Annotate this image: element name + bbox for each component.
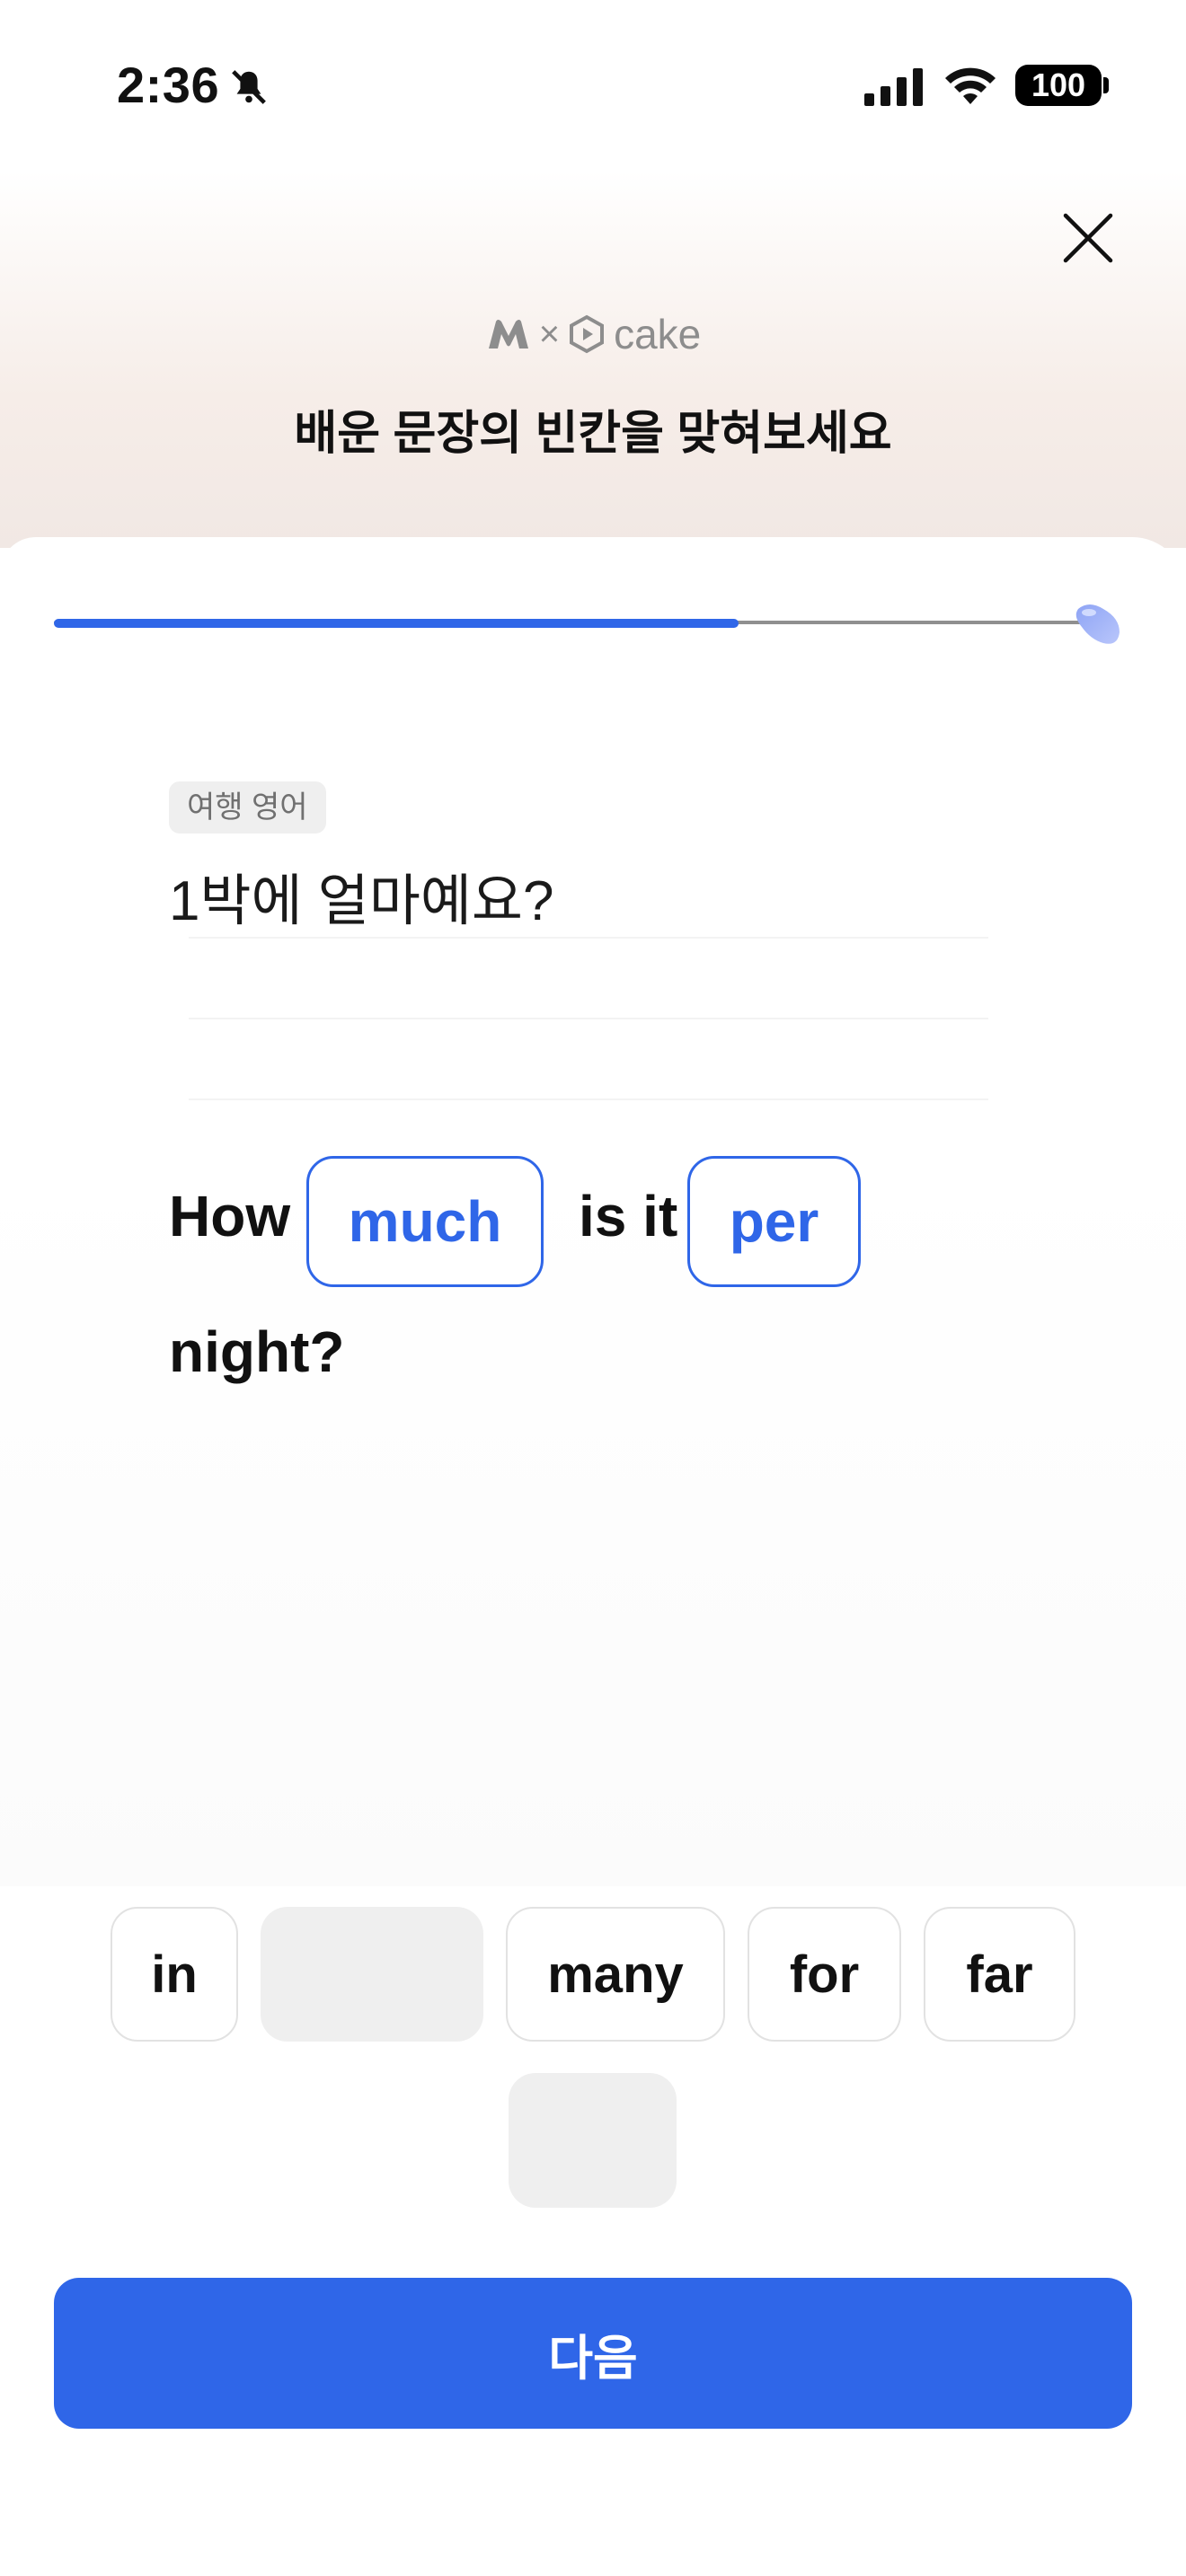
divider <box>189 937 988 939</box>
brand-name: cake <box>614 311 702 357</box>
brand-separator: × <box>538 313 561 354</box>
divider <box>189 1018 988 1019</box>
next-button-label: 다음 <box>548 2331 638 2386</box>
category-tag: 여행 영어 <box>169 781 326 834</box>
choice-label: in <box>151 1945 198 2004</box>
cake-logo-icon <box>570 314 605 354</box>
choice-label: many <box>547 1945 684 2004</box>
choice-chip[interactable]: for <box>748 1907 901 2042</box>
cellular-signal-icon <box>864 68 923 106</box>
choice-chip[interactable]: many <box>506 1907 725 2042</box>
status-time: 2:36 <box>117 57 220 113</box>
choice-chip[interactable]: far <box>924 1907 1075 2042</box>
choice-slot-empty <box>261 1907 483 2042</box>
header <box>0 171 1186 548</box>
divider <box>189 1098 988 1100</box>
choice-label: far <box>966 1945 1033 2004</box>
answer-blank-text: per <box>729 1189 819 1254</box>
bell-muted-icon <box>232 70 266 104</box>
battery-indicator: 100 <box>1015 65 1102 106</box>
brand-m-logo-icon <box>488 320 528 348</box>
korean-sentence: 1박에 얼마예요? <box>169 870 554 932</box>
wifi-icon <box>945 67 996 104</box>
sentence-word: How <box>169 1184 291 1248</box>
choice-chip[interactable]: in <box>111 1907 238 2042</box>
battery-level: 100 <box>1031 66 1086 103</box>
choice-label: for <box>789 1945 860 2004</box>
answer-blank[interactable]: per <box>687 1156 861 1287</box>
next-button[interactable]: 다음 <box>54 2278 1132 2429</box>
sentence-word: night? <box>169 1319 345 1384</box>
progress-fill <box>54 619 739 628</box>
status-bar: 2:36 100 <box>0 0 1186 171</box>
answer-blank[interactable]: much <box>306 1156 544 1287</box>
page-title: 배운 문장의 빈칸을 맞혀보세요 <box>294 408 892 460</box>
answer-blank-text: much <box>348 1189 502 1254</box>
battery-tip <box>1103 77 1109 93</box>
bean-progress-icon <box>1075 604 1120 644</box>
sentence-word: is it <box>579 1184 678 1248</box>
close-icon[interactable] <box>1058 208 1118 268</box>
brand-logo: × cake <box>0 309 1186 359</box>
choice-slot-empty <box>509 2073 677 2208</box>
